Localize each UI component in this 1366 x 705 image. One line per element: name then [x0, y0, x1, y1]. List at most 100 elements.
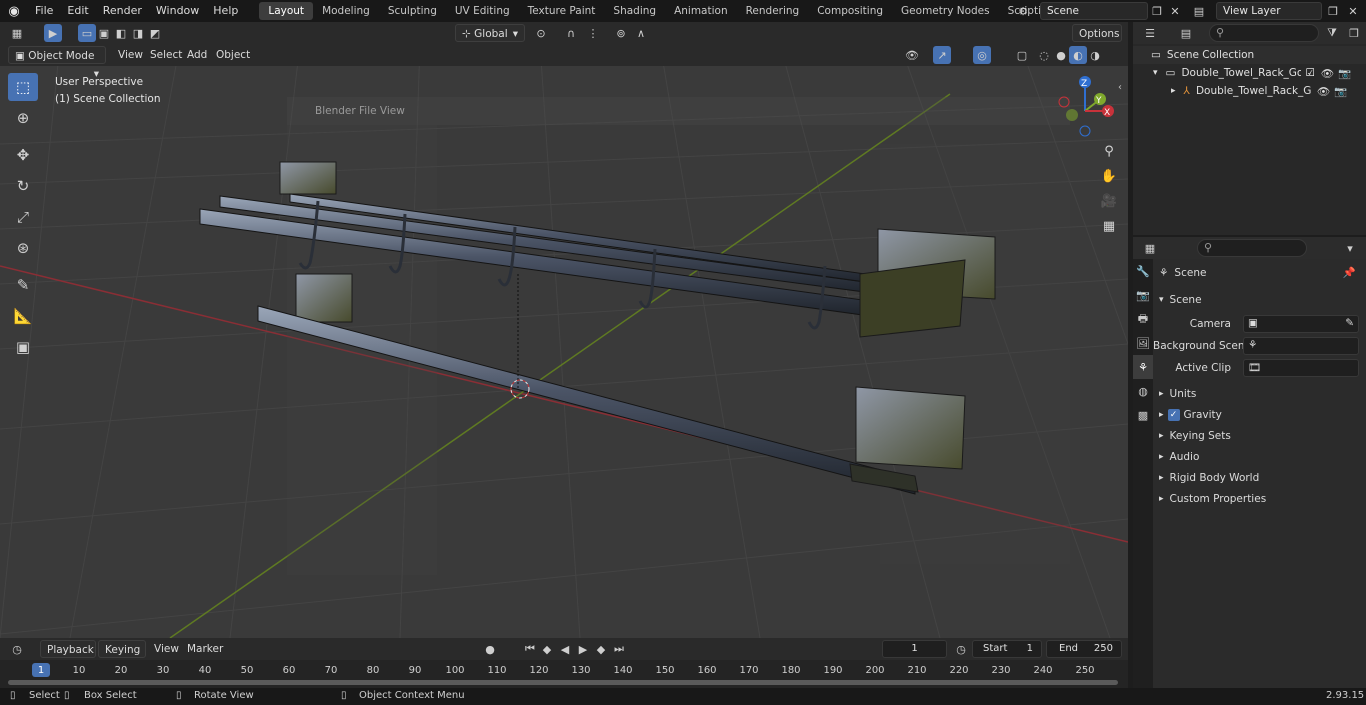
blender-logo-icon[interactable]: ◉	[0, 0, 28, 22]
tab-layout[interactable]: Layout	[259, 2, 314, 20]
select-subtract-icon[interactable]: ◧	[112, 24, 130, 42]
clock-icon[interactable]: ◷	[952, 640, 970, 658]
display-mode-icon[interactable]: ▤	[1177, 24, 1195, 42]
menu-select[interactable]: Select	[150, 46, 182, 64]
menu-render[interactable]: Render	[96, 0, 149, 22]
tab-rendering[interactable]: Rendering	[737, 2, 809, 20]
annotate-tool-icon[interactable]: ✎	[8, 271, 38, 299]
select-intersect-icon[interactable]: ◩	[146, 24, 164, 42]
outliner-search-input[interactable]: ⚲	[1209, 24, 1319, 42]
select-tool-icon[interactable]: ▶	[44, 24, 62, 42]
chevron-down-icon[interactable]: ▾	[1341, 239, 1359, 257]
panel-keying-sets[interactable]: ▸ Keying Sets	[1153, 425, 1366, 446]
tool-tab-icon[interactable]: 🔧	[1133, 259, 1153, 283]
falloff-icon[interactable]: ∧	[632, 24, 650, 42]
properties-search-input[interactable]: ⚲	[1197, 239, 1307, 257]
scene-section-header[interactable]: ▾ Scene	[1153, 289, 1366, 310]
cursor-tool-icon[interactable]: ⊕	[8, 104, 38, 132]
keying-dropdown[interactable]: Keying▾	[98, 640, 146, 674]
background-scene-field[interactable]: ⚘	[1243, 336, 1359, 355]
rendered-shading-icon[interactable]: ◑	[1086, 46, 1104, 64]
eye-icon[interactable]: 👁	[1317, 85, 1330, 98]
new-collection-icon[interactable]: ❐	[1345, 24, 1363, 42]
tab-geometry-nodes[interactable]: Geometry Nodes	[892, 2, 999, 20]
editor-type-icon[interactable]: ▦	[8, 24, 26, 42]
expand-right-icon[interactable]: ▸	[1171, 86, 1176, 96]
checkbox-icon[interactable]: ☑	[1305, 67, 1314, 79]
menu-window[interactable]: Window	[149, 0, 206, 22]
panel-gravity[interactable]: ▸ ✓ Gravity	[1153, 404, 1366, 425]
panel-custom-properties[interactable]: ▸ Custom Properties	[1153, 488, 1366, 509]
select-box-tool-icon[interactable]: ⬚	[8, 73, 38, 101]
output-tab-icon[interactable]: 🖶	[1133, 307, 1153, 331]
camera-view-icon[interactable]: 🎥	[1098, 190, 1120, 212]
menu-edit[interactable]: Edit	[60, 0, 95, 22]
wireframe-shading-icon[interactable]: ◌	[1035, 46, 1053, 64]
ortho-grid-icon[interactable]: ▦	[1098, 215, 1120, 237]
add-cube-tool-icon[interactable]: ▣	[8, 333, 38, 361]
scene-selector-icon[interactable]: ⚙	[1014, 2, 1032, 20]
move-tool-icon[interactable]: ✥	[8, 141, 38, 169]
scene-tab-icon[interactable]: ⚘	[1133, 355, 1153, 379]
jump-start-icon[interactable]: ⏮	[521, 640, 539, 658]
jump-next-key-icon[interactable]: ◆	[592, 640, 610, 658]
editor-type-icon[interactable]: ◷	[8, 640, 26, 658]
view-layer-selector-icon[interactable]: ▤	[1190, 2, 1208, 20]
end-frame-field[interactable]: End 250	[1046, 640, 1122, 658]
pin-icon[interactable]: 📌	[1343, 266, 1356, 279]
tab-sculpting[interactable]: Sculpting	[379, 2, 446, 20]
navigation-gizmo[interactable]: Z Y X	[1058, 76, 1114, 137]
timeline-ruler[interactable]: 1 10 20 30 40 50 60 70 80 90 100 110 120…	[0, 660, 1128, 688]
texture-tab-icon[interactable]: ▩	[1133, 403, 1153, 427]
menu-help[interactable]: Help	[206, 0, 245, 22]
render-tab-icon[interactable]: 📷	[1133, 283, 1153, 307]
playback-dropdown[interactable]: Playback▾	[40, 640, 96, 674]
rotate-tool-icon[interactable]: ↻	[8, 172, 38, 200]
play-icon[interactable]: ▶	[574, 640, 592, 658]
zoom-icon[interactable]: ⚲	[1098, 140, 1120, 162]
record-icon[interactable]: ●	[481, 640, 499, 658]
overlay-toggle-icon[interactable]: ◎	[973, 46, 991, 64]
play-reverse-icon[interactable]: ◀	[556, 640, 574, 658]
menu-add[interactable]: Add	[187, 46, 207, 64]
timeline-menu-view[interactable]: View	[154, 640, 179, 658]
solid-shading-icon[interactable]: ●	[1052, 46, 1070, 64]
scale-tool-icon[interactable]: ⤢	[8, 203, 38, 231]
world-tab-icon[interactable]: ◍	[1133, 379, 1153, 403]
view-layer-field[interactable]: View Layer	[1216, 2, 1322, 20]
outliner-row-scene-collection[interactable]: ▭ Scene Collection	[1133, 46, 1366, 64]
scene-name-field[interactable]: Scene	[1040, 2, 1148, 20]
timeline-scrollbar[interactable]	[8, 680, 1118, 685]
eye-icon[interactable]: 👁	[1321, 67, 1334, 80]
jump-end-icon[interactable]: ⏭	[610, 640, 628, 658]
new-scene-icon[interactable]: ❐	[1148, 2, 1166, 20]
options-dropdown[interactable]: Options▾	[1072, 24, 1122, 58]
transform-orientation-dropdown[interactable]: ⊹ Global ▾	[455, 24, 525, 42]
expand-down-icon[interactable]: ▾	[1153, 68, 1158, 78]
snap-target-icon[interactable]: ⋮	[584, 24, 602, 42]
tab-texture-paint[interactable]: Texture Paint	[519, 2, 605, 20]
tab-shading[interactable]: Shading	[604, 2, 665, 20]
start-frame-field[interactable]: Start 1	[972, 640, 1042, 658]
outliner-row-object[interactable]: ▸ ⅄ Double_Towel_Rack_Golc 👁 📷	[1133, 82, 1366, 100]
delete-view-layer-icon[interactable]: ✕	[1344, 2, 1362, 20]
delete-scene-icon[interactable]: ✕	[1166, 2, 1184, 20]
select-new-icon[interactable]: ▭	[78, 24, 96, 42]
snap-toggle-icon[interactable]: ∩	[562, 24, 580, 42]
camera-render-icon[interactable]: 📷	[1334, 85, 1347, 98]
view-layer-tab-icon[interactable]: 🖼	[1133, 331, 1153, 355]
tab-modeling[interactable]: Modeling	[313, 2, 379, 20]
visibility-icon[interactable]: 👁	[903, 46, 921, 64]
jump-prev-key-icon[interactable]: ◆	[538, 640, 556, 658]
3d-viewport[interactable]: Z Y X ▣ Object Mode ▾ View Select Add Obj…	[0, 44, 1128, 638]
collapse-sidebar-icon[interactable]: ‹	[1118, 82, 1122, 93]
camera-render-icon[interactable]: 📷	[1338, 67, 1351, 80]
eyedropper-icon[interactable]: ✎	[1345, 317, 1354, 329]
mode-dropdown[interactable]: ▣ Object Mode ▾	[8, 46, 106, 80]
editor-type-icon[interactable]: ▦	[1141, 239, 1159, 257]
gravity-checkbox[interactable]: ✓	[1167, 408, 1180, 421]
select-invert-icon[interactable]: ◨	[129, 24, 147, 42]
pivot-point-icon[interactable]: ⊙	[532, 24, 550, 42]
current-frame-field[interactable]: 1	[882, 640, 947, 658]
gizmo-toggle-icon[interactable]: ↗	[933, 46, 951, 64]
